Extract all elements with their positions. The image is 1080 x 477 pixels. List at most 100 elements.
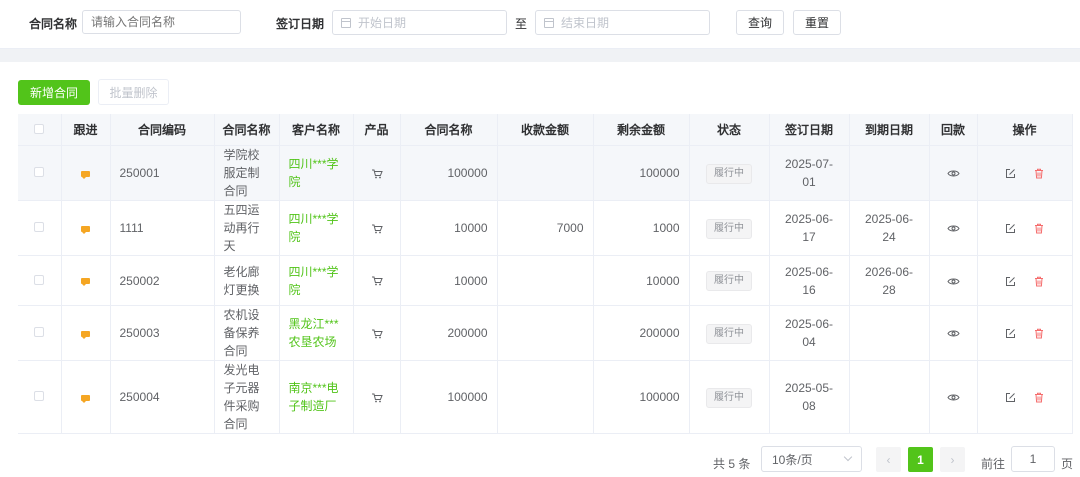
total-count: 共 5 条 bbox=[713, 457, 751, 471]
row-checkbox[interactable] bbox=[34, 391, 45, 401]
chevron-down-icon bbox=[843, 452, 853, 462]
goto-page-input[interactable]: 1 bbox=[1011, 446, 1055, 472]
received-amount bbox=[497, 145, 594, 201]
due-date: 2026-06-28 bbox=[849, 255, 930, 306]
contract-name: 发光电子元器件采购合同 bbox=[214, 360, 280, 434]
status-badge: 履行中 bbox=[706, 323, 752, 344]
contract-name: 五四运动再行天 bbox=[214, 200, 280, 256]
table-row[interactable]: 250004 发光电子元器件采购合同 南京***电子制造厂 100000 100… bbox=[18, 360, 1073, 434]
contract-name-label: 合同名称 bbox=[29, 17, 78, 31]
cart-icon[interactable] bbox=[371, 392, 383, 404]
edit-icon[interactable] bbox=[1005, 328, 1016, 339]
delete-icon[interactable] bbox=[1034, 276, 1044, 287]
cart-icon[interactable] bbox=[371, 223, 383, 235]
contract-amount: 100000 bbox=[400, 145, 498, 201]
edit-icon[interactable] bbox=[1005, 223, 1016, 234]
customer-name-link[interactable]: 南京***电子制造厂 bbox=[289, 381, 339, 413]
prev-page-button[interactable]: ‹ bbox=[876, 447, 901, 472]
contract-code: 250004 bbox=[110, 360, 215, 434]
edit-icon[interactable] bbox=[1005, 392, 1016, 403]
row-checkbox[interactable] bbox=[34, 167, 45, 177]
end-date-placeholder: 结束日期 bbox=[561, 16, 610, 30]
table-row[interactable]: 250001 学院校服定制合同 四川***学院 100000 100000 履行… bbox=[18, 145, 1073, 201]
eye-icon[interactable] bbox=[946, 169, 960, 178]
row-checkbox[interactable] bbox=[34, 274, 45, 285]
contract-code: 250002 bbox=[110, 255, 215, 306]
delete-icon[interactable] bbox=[1034, 392, 1044, 403]
customer-name-link[interactable]: 四川***学院 bbox=[289, 265, 339, 297]
contract-code: 250003 bbox=[110, 305, 215, 361]
remaining-amount: 200000 bbox=[593, 305, 690, 361]
status-badge: 履行中 bbox=[706, 387, 752, 408]
follow-up-message-icon[interactable] bbox=[81, 394, 90, 403]
contract-name-input[interactable] bbox=[82, 10, 241, 34]
row-checkbox[interactable] bbox=[34, 222, 45, 232]
column-header: 操作 bbox=[977, 114, 1073, 146]
column-header: 合同名称 bbox=[400, 114, 498, 146]
status-badge: 履行中 bbox=[706, 163, 752, 184]
follow-up-message-icon[interactable] bbox=[81, 170, 90, 179]
start-date-placeholder: 开始日期 bbox=[358, 16, 407, 30]
reset-button[interactable]: 重置 bbox=[793, 10, 841, 35]
edit-icon[interactable] bbox=[1005, 168, 1016, 179]
contract-name: 学院校服定制合同 bbox=[214, 145, 280, 201]
sign-date: 2025-07-01 bbox=[769, 145, 850, 201]
sign-date: 2025-06-16 bbox=[769, 255, 850, 306]
delete-icon[interactable] bbox=[1034, 223, 1044, 234]
contract-amount: 200000 bbox=[400, 305, 498, 361]
customer-name-link[interactable]: 四川***学院 bbox=[289, 212, 339, 244]
eye-icon[interactable] bbox=[946, 393, 960, 402]
delete-icon[interactable] bbox=[1034, 168, 1044, 179]
select-all-header[interactable] bbox=[18, 114, 62, 146]
customer-name-link[interactable]: 四川***学院 bbox=[289, 157, 339, 189]
page-number-button[interactable]: 1 bbox=[908, 447, 933, 472]
follow-up-message-icon[interactable] bbox=[81, 278, 90, 287]
table-row[interactable]: 1111 五四运动再行天 四川***学院 10000 7000 1000 履行中… bbox=[18, 200, 1073, 256]
remaining-amount: 100000 bbox=[593, 145, 690, 201]
status-badge: 履行中 bbox=[706, 218, 752, 239]
select-all-checkbox[interactable] bbox=[34, 123, 45, 134]
eye-icon[interactable] bbox=[946, 224, 960, 233]
row-checkbox[interactable] bbox=[34, 327, 45, 337]
contract-amount: 10000 bbox=[400, 255, 498, 306]
column-header: 到期日期 bbox=[849, 114, 930, 146]
follow-up-message-icon[interactable] bbox=[81, 225, 90, 234]
edit-icon[interactable] bbox=[1005, 276, 1016, 287]
query-button[interactable]: 查询 bbox=[736, 10, 784, 35]
page-size-select[interactable]: 10条/页 bbox=[761, 446, 862, 472]
received-amount bbox=[497, 305, 594, 361]
remaining-amount: 100000 bbox=[593, 360, 690, 434]
cart-icon[interactable] bbox=[371, 275, 383, 287]
follow-up-message-icon[interactable] bbox=[81, 330, 90, 339]
eye-icon[interactable] bbox=[946, 277, 960, 286]
page-size-value: 10条/页 bbox=[772, 452, 813, 467]
delete-icon[interactable] bbox=[1034, 328, 1044, 339]
column-header: 合同名称 bbox=[214, 114, 280, 146]
column-header: 跟进 bbox=[61, 114, 111, 146]
end-date-picker[interactable]: 结束日期 bbox=[535, 10, 710, 35]
batch-delete-button[interactable]: 批量删除 bbox=[98, 79, 169, 105]
customer-name-link[interactable]: 黑龙江***农垦农场 bbox=[289, 317, 339, 349]
calendar-icon bbox=[544, 17, 554, 28]
column-header: 收款金额 bbox=[497, 114, 594, 146]
column-header: 签订日期 bbox=[769, 114, 850, 146]
due-date bbox=[849, 305, 930, 361]
eye-icon[interactable] bbox=[946, 329, 960, 338]
remaining-amount: 10000 bbox=[593, 255, 690, 306]
start-date-picker[interactable]: 开始日期 bbox=[332, 10, 507, 35]
table-row[interactable]: 250003 农机设备保养合同 黑龙江***农垦农场 200000 200000… bbox=[18, 305, 1073, 361]
table-header-row: 跟进 合同编码 合同名称 客户名称 产品 合同名称 收款金额 剩余金额 状态 签… bbox=[18, 114, 1073, 146]
next-page-button[interactable]: › bbox=[940, 447, 965, 472]
remaining-amount: 1000 bbox=[593, 200, 690, 256]
due-date bbox=[849, 360, 930, 434]
sign-date: 2025-06-17 bbox=[769, 200, 850, 256]
cart-icon[interactable] bbox=[371, 168, 383, 180]
column-header: 状态 bbox=[689, 114, 770, 146]
contract-code: 250001 bbox=[110, 145, 215, 201]
contract-code: 1111 bbox=[110, 200, 215, 256]
add-contract-button[interactable]: 新增合同 bbox=[18, 80, 90, 105]
contract-list-card: 新增合同 批量删除 跟进 合同编码 合同名称 客户名称 产品 合同名称 收款金额… bbox=[0, 62, 1080, 477]
due-date bbox=[849, 145, 930, 201]
cart-icon[interactable] bbox=[371, 328, 383, 340]
table-row[interactable]: 250002 老化廊灯更换 四川***学院 10000 10000 履行中 20… bbox=[18, 255, 1073, 306]
